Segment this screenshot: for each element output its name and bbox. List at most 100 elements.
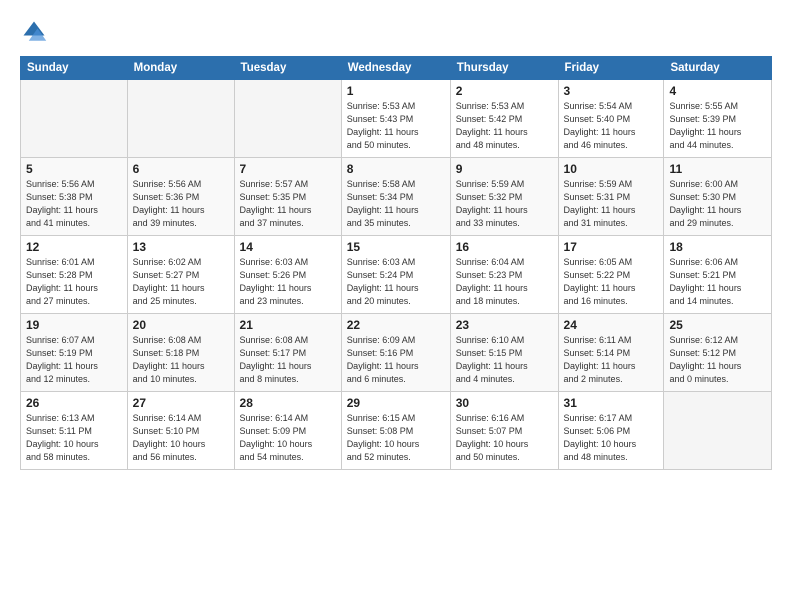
calendar-cell: 15Sunrise: 6:03 AM Sunset: 5:24 PM Dayli… (341, 236, 450, 314)
calendar-cell: 14 Sunrise: 6:03 AM Sunset: 5:26 PM Dayli… (234, 236, 341, 314)
calendar-cell: 12 Sunrise: 6:01 AM Sunset: 5:28 PM Dayli… (21, 236, 128, 314)
day-number: 16 (456, 240, 553, 254)
day-number: 7 (240, 162, 336, 176)
calendar-cell: 16Sunrise: 6:04 AM Sunset: 5:23 PM Dayli… (450, 236, 558, 314)
day-number: 11 (669, 162, 766, 176)
calendar-cell (664, 392, 772, 470)
calendar-cell: 27Sunrise: 6:14 AM Sunset: 5:10 PM Dayli… (127, 392, 234, 470)
weekday-header-tuesday: Tuesday (234, 57, 341, 80)
weekday-header-friday: Friday (558, 57, 664, 80)
calendar-week-row: 1Sunrise: 5:53 AM Sunset: 5:43 PM Daylig… (21, 80, 772, 158)
calendar-week-row: 19 Sunrise: 6:07 AM Sunset: 5:19 PM Dayli… (21, 314, 772, 392)
calendar-cell: 23 Sunrise: 6:10 AM Sunset: 5:15 PM Dayli… (450, 314, 558, 392)
day-number: 22 (347, 318, 445, 332)
calendar-cell: 26 Sunrise: 6:13 AM Sunset: 5:11 PM Dayli… (21, 392, 128, 470)
day-info: Sunrise: 6:00 AM Sunset: 5:30 PM Dayligh… (669, 178, 766, 230)
calendar-cell: 5Sunrise: 5:56 AM Sunset: 5:38 PM Daylig… (21, 158, 128, 236)
day-number: 3 (564, 84, 659, 98)
day-number: 31 (564, 396, 659, 410)
day-number: 4 (669, 84, 766, 98)
calendar-cell (127, 80, 234, 158)
day-info: Sunrise: 5:58 AM Sunset: 5:34 PM Dayligh… (347, 178, 445, 230)
calendar-cell: 7 Sunrise: 5:57 AM Sunset: 5:35 PM Daylig… (234, 158, 341, 236)
day-number: 10 (564, 162, 659, 176)
day-number: 13 (133, 240, 229, 254)
calendar-cell: 13Sunrise: 6:02 AM Sunset: 5:27 PM Dayli… (127, 236, 234, 314)
calendar-cell: 4 Sunrise: 5:55 AM Sunset: 5:39 PM Daylig… (664, 80, 772, 158)
calendar-week-row: 12 Sunrise: 6:01 AM Sunset: 5:28 PM Dayli… (21, 236, 772, 314)
day-info: Sunrise: 5:59 AM Sunset: 5:32 PM Dayligh… (456, 178, 553, 230)
calendar-cell: 3 Sunrise: 5:54 AM Sunset: 5:40 PM Daylig… (558, 80, 664, 158)
day-info: Sunrise: 6:12 AM Sunset: 5:12 PM Dayligh… (669, 334, 766, 386)
day-info: Sunrise: 6:16 AM Sunset: 5:07 PM Dayligh… (456, 412, 553, 464)
day-number: 19 (26, 318, 122, 332)
day-number: 26 (26, 396, 122, 410)
calendar-cell: 17Sunrise: 6:05 AM Sunset: 5:22 PM Dayli… (558, 236, 664, 314)
calendar-cell: 1Sunrise: 5:53 AM Sunset: 5:43 PM Daylig… (341, 80, 450, 158)
day-info: Sunrise: 5:59 AM Sunset: 5:31 PM Dayligh… (564, 178, 659, 230)
calendar-cell: 20 Sunrise: 6:08 AM Sunset: 5:18 PM Dayli… (127, 314, 234, 392)
day-info: Sunrise: 6:15 AM Sunset: 5:08 PM Dayligh… (347, 412, 445, 464)
calendar-cell: 2 Sunrise: 5:53 AM Sunset: 5:42 PM Daylig… (450, 80, 558, 158)
page: SundayMondayTuesdayWednesdayThursdayFrid… (0, 0, 792, 612)
logo (20, 18, 52, 46)
day-info: Sunrise: 5:53 AM Sunset: 5:43 PM Dayligh… (347, 100, 445, 152)
calendar-cell: 18 Sunrise: 6:06 AM Sunset: 5:21 PM Dayli… (664, 236, 772, 314)
calendar-cell: 9 Sunrise: 5:59 AM Sunset: 5:32 PM Daylig… (450, 158, 558, 236)
calendar-cell: 10 Sunrise: 5:59 AM Sunset: 5:31 PM Dayli… (558, 158, 664, 236)
day-info: Sunrise: 6:08 AM Sunset: 5:17 PM Dayligh… (240, 334, 336, 386)
calendar-cell: 24Sunrise: 6:11 AM Sunset: 5:14 PM Dayli… (558, 314, 664, 392)
day-info: Sunrise: 6:03 AM Sunset: 5:24 PM Dayligh… (347, 256, 445, 308)
header (20, 18, 772, 46)
calendar-cell: 11 Sunrise: 6:00 AM Sunset: 5:30 PM Dayli… (664, 158, 772, 236)
calendar-cell: 6 Sunrise: 5:56 AM Sunset: 5:36 PM Daylig… (127, 158, 234, 236)
day-number: 29 (347, 396, 445, 410)
day-info: Sunrise: 6:14 AM Sunset: 5:09 PM Dayligh… (240, 412, 336, 464)
day-number: 6 (133, 162, 229, 176)
day-info: Sunrise: 6:08 AM Sunset: 5:18 PM Dayligh… (133, 334, 229, 386)
day-info: Sunrise: 6:09 AM Sunset: 5:16 PM Dayligh… (347, 334, 445, 386)
calendar-cell: 28 Sunrise: 6:14 AM Sunset: 5:09 PM Dayli… (234, 392, 341, 470)
day-number: 21 (240, 318, 336, 332)
calendar-cell: 22 Sunrise: 6:09 AM Sunset: 5:16 PM Dayli… (341, 314, 450, 392)
day-number: 8 (347, 162, 445, 176)
weekday-header-monday: Monday (127, 57, 234, 80)
day-info: Sunrise: 6:03 AM Sunset: 5:26 PM Dayligh… (240, 256, 336, 308)
calendar-cell: 25 Sunrise: 6:12 AM Sunset: 5:12 PM Dayli… (664, 314, 772, 392)
day-info: Sunrise: 5:56 AM Sunset: 5:36 PM Dayligh… (133, 178, 229, 230)
day-number: 27 (133, 396, 229, 410)
day-info: Sunrise: 6:01 AM Sunset: 5:28 PM Dayligh… (26, 256, 122, 308)
day-number: 30 (456, 396, 553, 410)
day-number: 25 (669, 318, 766, 332)
day-info: Sunrise: 6:11 AM Sunset: 5:14 PM Dayligh… (564, 334, 659, 386)
day-number: 5 (26, 162, 122, 176)
calendar-week-row: 5Sunrise: 5:56 AM Sunset: 5:38 PM Daylig… (21, 158, 772, 236)
day-info: Sunrise: 5:54 AM Sunset: 5:40 PM Dayligh… (564, 100, 659, 152)
weekday-header-wednesday: Wednesday (341, 57, 450, 80)
logo-icon (20, 18, 48, 46)
day-number: 28 (240, 396, 336, 410)
day-number: 9 (456, 162, 553, 176)
day-number: 2 (456, 84, 553, 98)
day-info: Sunrise: 6:17 AM Sunset: 5:06 PM Dayligh… (564, 412, 659, 464)
calendar-cell: 21 Sunrise: 6:08 AM Sunset: 5:17 PM Dayli… (234, 314, 341, 392)
day-number: 17 (564, 240, 659, 254)
weekday-header-sunday: Sunday (21, 57, 128, 80)
weekday-header-saturday: Saturday (664, 57, 772, 80)
day-info: Sunrise: 6:10 AM Sunset: 5:15 PM Dayligh… (456, 334, 553, 386)
day-number: 20 (133, 318, 229, 332)
day-info: Sunrise: 6:13 AM Sunset: 5:11 PM Dayligh… (26, 412, 122, 464)
day-number: 18 (669, 240, 766, 254)
day-number: 12 (26, 240, 122, 254)
calendar-week-row: 26 Sunrise: 6:13 AM Sunset: 5:11 PM Dayli… (21, 392, 772, 470)
day-info: Sunrise: 6:07 AM Sunset: 5:19 PM Dayligh… (26, 334, 122, 386)
calendar-cell: 30 Sunrise: 6:16 AM Sunset: 5:07 PM Dayli… (450, 392, 558, 470)
day-number: 23 (456, 318, 553, 332)
day-info: Sunrise: 5:55 AM Sunset: 5:39 PM Dayligh… (669, 100, 766, 152)
day-info: Sunrise: 5:57 AM Sunset: 5:35 PM Dayligh… (240, 178, 336, 230)
day-info: Sunrise: 6:06 AM Sunset: 5:21 PM Dayligh… (669, 256, 766, 308)
calendar-cell: 29 Sunrise: 6:15 AM Sunset: 5:08 PM Dayli… (341, 392, 450, 470)
day-info: Sunrise: 5:53 AM Sunset: 5:42 PM Dayligh… (456, 100, 553, 152)
day-number: 14 (240, 240, 336, 254)
calendar-table: SundayMondayTuesdayWednesdayThursdayFrid… (20, 56, 772, 470)
